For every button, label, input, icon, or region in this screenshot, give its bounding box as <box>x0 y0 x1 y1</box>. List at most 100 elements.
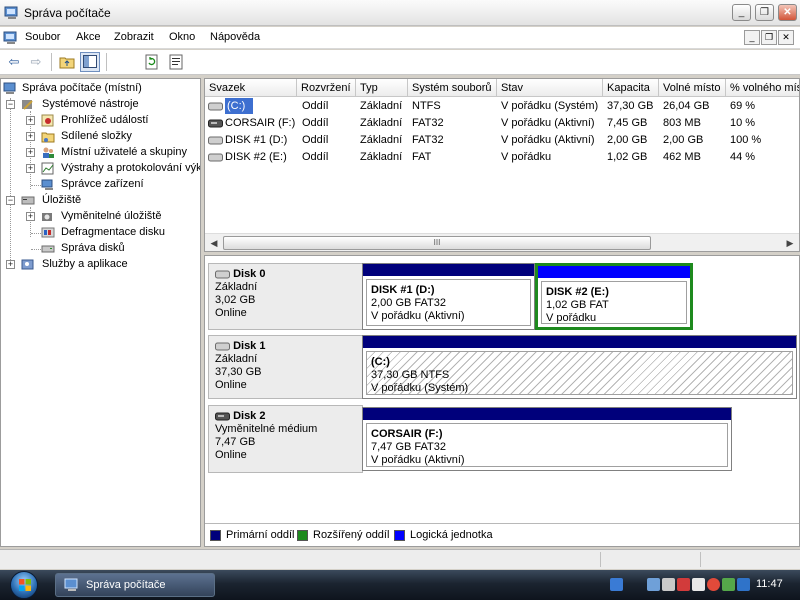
show-tree-icon <box>83 55 97 68</box>
partition-c[interactable]: (C:) 37,30 GB NTFS V pořádku (Systém) <box>362 335 797 399</box>
tree-item-device-manager[interactable]: Správce zařízení <box>26 177 200 193</box>
table-row[interactable]: (C:) Oddíl Základní NTFS V pořádku (Syst… <box>205 98 799 114</box>
close-button[interactable]: ✕ <box>778 4 797 21</box>
child-minimize-button[interactable]: _ <box>744 30 760 45</box>
tree-item-shared-folders[interactable]: + Sdílené složky <box>26 129 200 145</box>
minimize-button[interactable]: _ <box>732 4 751 21</box>
tree-item-label: Systémové nástroje <box>42 98 139 110</box>
column-header-filesystem[interactable]: Systém souborů <box>408 79 497 97</box>
network-icon[interactable] <box>647 578 660 591</box>
volume-filesystem: FAT32 <box>412 134 444 146</box>
scroll-left-icon[interactable]: ◀ <box>208 237 220 249</box>
expand-icon[interactable]: + <box>26 116 35 125</box>
menu-soubor[interactable]: Soubor <box>25 31 60 43</box>
column-header-free-space[interactable]: Volné místo <box>659 79 726 97</box>
hard-disk-icon <box>208 136 223 145</box>
volume-type: Základní <box>360 100 403 112</box>
partition-status: V pořádku (Systém) <box>371 382 469 394</box>
forward-arrow-icon[interactable]: ⇨ <box>26 52 46 72</box>
tree-item-services-applications[interactable]: + Služby a aplikace <box>6 257 200 273</box>
restore-button[interactable]: ❐ <box>755 4 774 21</box>
column-header-volume[interactable]: Svazek <box>205 79 297 97</box>
disk-name: Disk 2 <box>233 410 266 422</box>
console-tree[interactable]: Správa počítače (místní) − Systémové nás… <box>0 78 201 547</box>
computer-management-icon[interactable] <box>3 30 19 46</box>
menu-okno[interactable]: Okno <box>169 31 195 43</box>
show-tree-button[interactable] <box>80 52 100 72</box>
status-divider <box>600 552 601 567</box>
hard-disk-icon <box>215 270 230 279</box>
start-button[interactable] <box>10 571 38 599</box>
disk-1-header[interactable]: Disk 1 Základní 37,30 GB Online <box>208 335 363 399</box>
column-header-status[interactable]: Stav <box>497 79 603 97</box>
back-arrow-icon[interactable]: ⇦ <box>4 52 24 72</box>
safely-remove-icon[interactable] <box>662 578 675 591</box>
expand-icon[interactable]: + <box>26 212 35 221</box>
expand-icon[interactable]: + <box>26 148 35 157</box>
expand-icon[interactable]: + <box>6 260 15 269</box>
disk-size: 3,02 GB <box>215 294 256 306</box>
security-alert-icon[interactable] <box>677 578 690 591</box>
column-header-percent-free[interactable]: % volného místa <box>726 79 799 97</box>
table-row[interactable]: DISK #2 (E:) Oddíl Základní FAT V pořádk… <box>205 149 799 165</box>
volume-free-space: 803 MB <box>663 117 701 129</box>
volume-layout: Oddíl <box>302 100 329 112</box>
column-header-capacity[interactable]: Kapacita <box>603 79 659 97</box>
primary-partition-bar <box>363 336 796 348</box>
volume-filesystem: NTFS <box>412 100 441 112</box>
column-header-layout[interactable]: Rozvržení <box>297 79 356 97</box>
shared-folder-icon <box>41 132 55 143</box>
taskbar: Správa počítače 11:47 <box>0 570 800 600</box>
partition-corsair-f[interactable]: CORSAIR (F:) 7,47 GB FAT32 V pořádku (Ak… <box>362 407 732 471</box>
table-row[interactable]: DISK #1 (D:) Oddíl Základní FAT32 V pořá… <box>205 132 799 148</box>
menu-zobrazit[interactable]: Zobrazit <box>114 31 154 43</box>
volume-layout: Oddíl <box>302 117 329 129</box>
up-folder-icon[interactable] <box>57 52 77 72</box>
menu-akce[interactable]: Akce <box>76 31 100 43</box>
partition-disk1-d[interactable]: DISK #1 (D:) 2,00 GB FAT32 V pořádku (Ak… <box>362 263 535 330</box>
tree-item-label: Správa disků <box>61 242 125 254</box>
partition-body: DISK #2 (E:) 1,02 GB FAT V pořádku <box>541 281 687 324</box>
tree-item-local-users[interactable]: + Místní uživatelé a skupiny <box>26 145 200 161</box>
properties-icon[interactable] <box>166 52 186 72</box>
logical-drive-swatch <box>394 530 405 541</box>
table-row[interactable]: CORSAIR (F:) Oddíl Základní FAT32 V pořá… <box>205 115 799 131</box>
windows-logo-icon <box>19 579 31 591</box>
disk-graphical-view[interactable]: Disk 0 Základní 3,02 GB Online DISK #1 (… <box>204 255 800 547</box>
scroll-thumb[interactable]: III <box>223 236 651 250</box>
expand-icon[interactable]: + <box>26 164 35 173</box>
disk-0-header[interactable]: Disk 0 Základní 3,02 GB Online <box>208 263 363 330</box>
volume-icon[interactable] <box>692 578 705 591</box>
taskbar-window-button[interactable]: Správa počítače <box>55 573 215 597</box>
volume-horizontal-scrollbar[interactable]: ◀ III ▶ <box>205 233 799 251</box>
column-header-type[interactable]: Typ <box>356 79 408 97</box>
partition-status: V pořádku <box>546 312 597 324</box>
expand-icon[interactable]: + <box>26 132 35 141</box>
update-icon[interactable] <box>722 578 735 591</box>
child-restore-button[interactable]: ❐ <box>761 30 777 45</box>
tree-item-disk-management[interactable]: Správa disků <box>26 241 200 257</box>
antivirus-icon[interactable] <box>707 578 720 591</box>
tree-item-performance-logs[interactable]: + Výstrahy a protokolování výkonu <box>26 161 200 177</box>
volume-list[interactable]: Svazek Rozvržení Typ Systém souborů Stav… <box>204 78 800 252</box>
language-icon[interactable] <box>610 578 623 591</box>
child-close-button[interactable]: ✕ <box>778 30 794 45</box>
title-bar: Správa počítače _ ❐ ✕ <box>0 0 800 26</box>
menu-napoveda[interactable]: Nápověda <box>210 31 260 43</box>
refresh-icon[interactable] <box>142 52 162 72</box>
removable-disk-icon <box>208 119 223 128</box>
bluetooth-icon[interactable] <box>737 578 750 591</box>
tree-item-removable-storage[interactable]: + Vyměnitelné úložiště <box>26 209 200 225</box>
partition-disk2-e[interactable]: DISK #2 (E:) 1,02 GB FAT V pořádku <box>535 263 693 330</box>
collapse-icon[interactable]: − <box>6 196 15 205</box>
tree-item-system-tools[interactable]: − Systémové nástroje <box>6 97 200 113</box>
scroll-right-icon[interactable]: ▶ <box>784 237 796 249</box>
disk-2-header[interactable]: Disk 2 Vyměnitelné médium 7,47 GB Online <box>208 405 363 473</box>
tree-item-computer-management[interactable]: Správa počítače (místní) <box>3 81 200 97</box>
tree-item-defrag[interactable]: Defragmentace disku <box>26 225 200 241</box>
collapse-icon[interactable]: − <box>6 100 15 109</box>
volume-name: DISK #1 (D:) <box>225 134 288 146</box>
tree-item-event-viewer[interactable]: + Prohlížeč událostí <box>26 113 200 129</box>
clock[interactable]: 11:47 <box>756 578 783 590</box>
tree-item-storage[interactable]: − Úložiště <box>6 193 200 209</box>
